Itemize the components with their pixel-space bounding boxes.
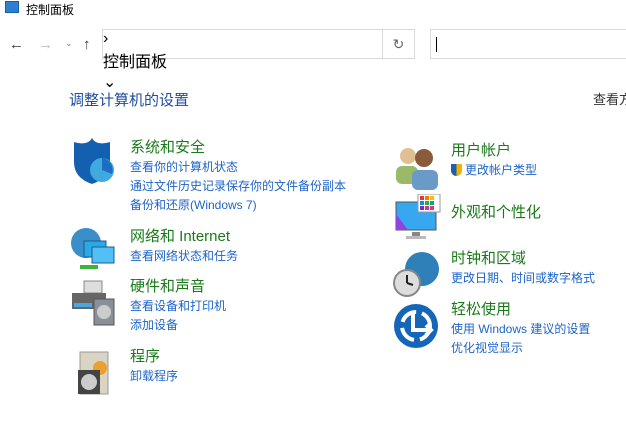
- up-button[interactable]: ↑: [83, 36, 91, 53]
- search-input[interactable]: [430, 29, 626, 59]
- users-icon: [394, 144, 444, 197]
- address-bar[interactable]: › 控制面板 ⌄: [102, 29, 383, 91]
- category-hardware-sound: 硬件和声音 查看设备和打印机 添加设备: [130, 277, 226, 335]
- recent-locations-button[interactable]: ⌄: [65, 38, 73, 49]
- shield-icon: [70, 138, 120, 191]
- link-file-history[interactable]: 通过文件历史记录保存你的文件备份副本: [130, 177, 346, 196]
- breadcrumb-control-panel[interactable]: 控制面板: [103, 48, 382, 72]
- link-view-status[interactable]: 查看你的计算机状态: [130, 158, 346, 177]
- category-network: 网络和 Internet 查看网络状态和任务: [130, 227, 238, 266]
- category-ease-of-access: 轻松使用 使用 Windows 建议的设置 优化视觉显示: [451, 300, 590, 358]
- category-programs: 程序 卸载程序: [130, 347, 178, 386]
- category-title[interactable]: 时钟和区域: [451, 249, 595, 269]
- link-devices-printers[interactable]: 查看设备和打印机: [130, 297, 226, 316]
- category-title[interactable]: 用户帐户: [451, 141, 537, 161]
- view-by-label[interactable]: 查看方式: [593, 89, 626, 108]
- network-icon: [70, 227, 120, 280]
- category-user-accounts: 用户帐户 更改帐户类型: [451, 141, 537, 180]
- ease-of-access-icon: [393, 302, 443, 355]
- clock-globe-icon: [392, 251, 442, 304]
- category-title[interactable]: 外观和个性化: [451, 203, 541, 223]
- category-title[interactable]: 系统和安全: [130, 138, 346, 158]
- printer-icon: [70, 279, 120, 332]
- back-button[interactable]: ←: [9, 36, 24, 53]
- link-recommended-settings[interactable]: 使用 Windows 建议的设置: [451, 320, 590, 339]
- refresh-button[interactable]: ↻: [383, 29, 415, 59]
- category-title[interactable]: 程序: [130, 347, 178, 367]
- personalization-icon: [394, 193, 444, 247]
- forward-button[interactable]: →: [38, 36, 53, 53]
- chevron-right-icon: ›: [103, 30, 109, 47]
- category-clock-region: 时钟和区域 更改日期、时间或数字格式: [451, 249, 595, 288]
- page-title: 调整计算机的设置: [69, 92, 190, 109]
- category-title[interactable]: 网络和 Internet: [130, 227, 238, 247]
- control-panel-icon: [5, 1, 19, 13]
- category-title[interactable]: 轻松使用: [451, 300, 590, 320]
- category-title[interactable]: 硬件和声音: [130, 277, 226, 297]
- link-change-date-time[interactable]: 更改日期、时间或数字格式: [451, 269, 595, 288]
- link-optimize-display[interactable]: 优化视觉显示: [451, 339, 590, 358]
- link-backup-restore[interactable]: 备份和还原(Windows 7): [130, 196, 346, 215]
- programs-icon: [74, 350, 124, 403]
- uac-shield-icon: [451, 164, 462, 176]
- window-title: 控制面板: [26, 3, 75, 17]
- link-add-device[interactable]: 添加设备: [130, 316, 226, 335]
- link-network-status[interactable]: 查看网络状态和任务: [130, 247, 238, 266]
- category-system-security: 系统和安全 查看你的计算机状态 通过文件历史记录保存你的文件备份副本 备份和还原…: [130, 138, 346, 215]
- link-change-account-type[interactable]: 更改帐户类型: [451, 161, 537, 180]
- category-appearance: 外观和个性化: [451, 203, 541, 223]
- link-uninstall[interactable]: 卸载程序: [130, 367, 178, 386]
